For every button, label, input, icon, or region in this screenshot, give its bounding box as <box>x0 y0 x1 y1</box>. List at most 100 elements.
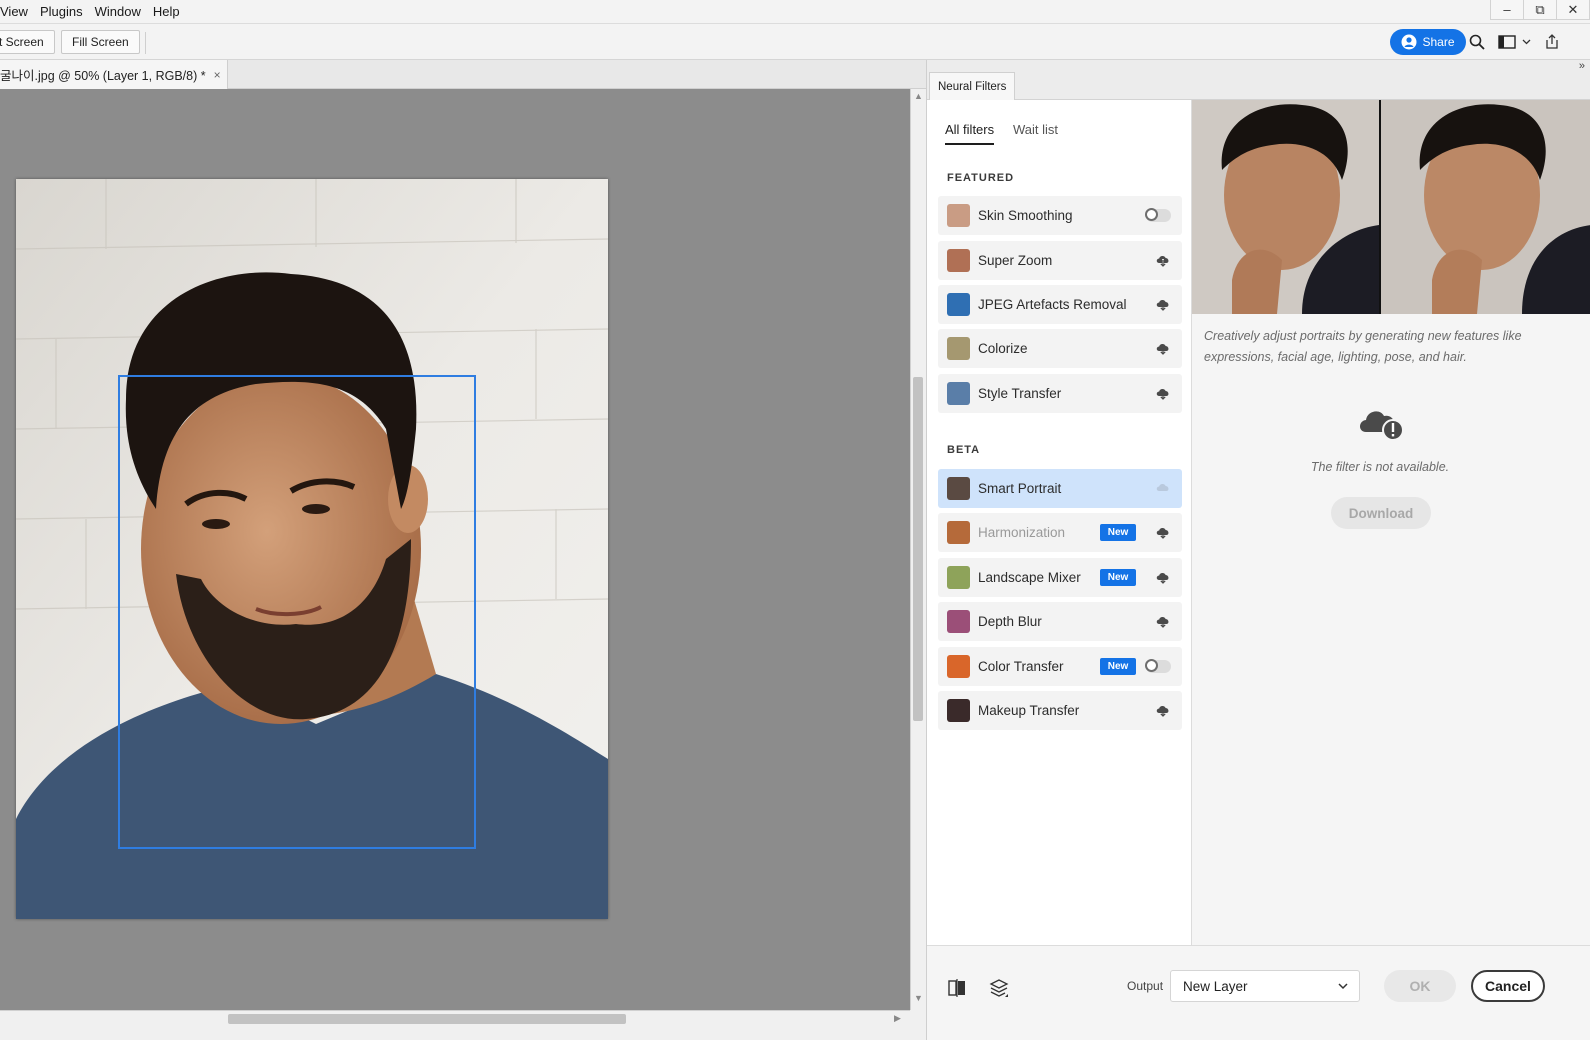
filter-smart-portrait[interactable]: Smart Portrait <box>938 469 1182 508</box>
canvas-area[interactable] <box>0 89 910 1010</box>
cloud-download-icon[interactable] <box>1155 703 1171 717</box>
filter-label: Skin Smoothing <box>978 208 1073 223</box>
layers-icon[interactable] <box>989 978 1009 998</box>
cancel-button[interactable]: Cancel <box>1471 970 1545 1002</box>
menu-window[interactable]: Window <box>89 4 147 19</box>
window-controls: – ⧉ ✕ <box>1490 0 1590 22</box>
search-icon[interactable] <box>1467 32 1487 52</box>
panel-footer: Output New Layer OK Cancel <box>927 945 1590 1040</box>
filter-label: Color Transfer <box>978 659 1064 674</box>
filter-super-zoom[interactable]: Super Zoom <box>938 241 1182 280</box>
horizontal-scrollbar[interactable]: ▶ <box>0 1010 910 1026</box>
filter-thumbnail <box>947 566 970 589</box>
scroll-right-icon[interactable]: ▶ <box>894 1013 901 1024</box>
filter-label: Colorize <box>978 341 1028 356</box>
filter-detail-pane: Creatively adjust portraits by generatin… <box>1192 100 1590 945</box>
fit-screen-button[interactable]: t Screen <box>0 30 55 54</box>
filter-color-transfer[interactable]: Color Transfer New <box>938 647 1182 686</box>
document-title: 굴나이.jpg @ 50% (Layer 1, RGB/8) * <box>0 69 206 83</box>
ok-button[interactable]: OK <box>1384 970 1456 1002</box>
filter-thumbnail <box>947 521 970 544</box>
document-tab[interactable]: 굴나이.jpg @ 50% (Layer 1, RGB/8) * × <box>0 60 228 89</box>
cloud-download-icon[interactable] <box>1155 570 1171 584</box>
filter-thumbnail <box>947 699 970 722</box>
menu-bar: View Plugins Window Help – ⧉ ✕ <box>0 0 1590 24</box>
minimize-button[interactable]: – <box>1490 0 1524 20</box>
horizontal-scroll-thumb[interactable] <box>228 1014 626 1024</box>
workspace-icon[interactable] <box>1497 32 1517 52</box>
close-window-button[interactable]: ✕ <box>1556 0 1590 20</box>
filter-colorize[interactable]: Colorize <box>938 329 1182 368</box>
filter-landscape-mixer[interactable]: Landscape Mixer New <box>938 558 1182 597</box>
panel-tab-neural-filters[interactable]: Neural Filters <box>929 72 1016 100</box>
cloud-icon <box>1156 483 1169 491</box>
filter-label: Super Zoom <box>978 253 1053 268</box>
collapse-panel-icon[interactable]: » <box>1579 60 1585 72</box>
filter-thumbnail <box>947 382 970 405</box>
filter-style-transfer[interactable]: Style Transfer <box>938 374 1182 413</box>
cloud-download-icon[interactable] <box>1155 297 1171 311</box>
neural-filters-panel: Neural Filters » All filters Wait list F… <box>926 60 1590 1040</box>
filter-label: Depth Blur <box>978 614 1042 629</box>
new-badge: New <box>1100 569 1136 586</box>
menu-plugins[interactable]: Plugins <box>34 4 89 19</box>
filter-label: Style Transfer <box>978 386 1062 401</box>
panel-header: Neural Filters » <box>927 60 1590 100</box>
filter-thumbnail <box>947 477 970 500</box>
cloud-download-icon[interactable] <box>1155 253 1171 267</box>
vertical-scrollbar[interactable]: ▲ ▼ <box>910 89 926 1010</box>
filter-skin-smoothing[interactable]: Skin Smoothing <box>938 196 1182 235</box>
output-label: Output <box>1127 979 1164 993</box>
cloud-download-icon[interactable] <box>1155 386 1171 400</box>
share-button[interactable]: Share <box>1390 29 1466 55</box>
filter-thumbnail <box>947 337 970 360</box>
filter-jpeg-artefacts-removal[interactable]: JPEG Artefacts Removal <box>938 285 1182 324</box>
filter-depth-blur[interactable]: Depth Blur <box>938 602 1182 641</box>
restore-button[interactable]: ⧉ <box>1523 0 1557 20</box>
output-value: New Layer <box>1183 978 1248 994</box>
cloud-download-icon[interactable] <box>1155 525 1171 539</box>
new-badge: New <box>1100 524 1136 541</box>
share-label: Share <box>1422 35 1455 49</box>
document-image[interactable] <box>16 179 608 919</box>
filter-thumbnail <box>947 293 970 316</box>
tab-all-filters[interactable]: All filters <box>945 122 995 145</box>
filter-label: JPEG Artefacts Removal <box>978 297 1127 312</box>
download-button[interactable]: Download <box>1331 497 1431 529</box>
menu-help[interactable]: Help <box>147 4 186 19</box>
tab-wait-list[interactable]: Wait list <box>1013 122 1058 143</box>
filter-label: Landscape Mixer <box>978 570 1081 585</box>
filter-thumbnail <box>947 204 970 227</box>
cloud-alert-icon <box>1360 411 1404 441</box>
filter-toggle[interactable] <box>1145 208 1171 222</box>
filter-description: Creatively adjust portraits by generatin… <box>1204 329 1522 364</box>
chevron-down-icon[interactable] <box>1519 32 1533 52</box>
filter-toggle[interactable] <box>1145 659 1171 673</box>
filter-makeup-transfer[interactable]: Makeup Transfer <box>938 691 1182 730</box>
menu-view[interactable]: View <box>0 4 34 19</box>
filter-harmonization[interactable]: Harmonization New <box>938 513 1182 552</box>
output-select[interactable]: New Layer <box>1170 970 1360 1002</box>
filter-preview-image <box>1192 100 1590 314</box>
user-icon <box>1401 34 1417 50</box>
close-tab-icon[interactable]: × <box>214 68 221 82</box>
filter-thumbnail <box>947 655 970 678</box>
filter-label: Smart Portrait <box>978 481 1062 496</box>
cloud-download-icon[interactable] <box>1155 614 1171 628</box>
scroll-down-icon[interactable]: ▼ <box>914 993 923 1003</box>
not-available-message: The filter is not available. <box>1310 460 1450 474</box>
document-tab-bar: 굴나이.jpg @ 50% (Layer 1, RGB/8) * × <box>0 60 928 89</box>
chevron-down-icon <box>1338 983 1348 990</box>
beta-section-label: BETA <box>947 444 981 456</box>
share-export-icon[interactable] <box>1542 32 1562 52</box>
divider <box>145 32 146 54</box>
new-badge: New <box>1100 658 1136 675</box>
scroll-up-icon[interactable]: ▲ <box>914 91 923 101</box>
options-bar: t Screen Fill Screen Share <box>0 24 1590 60</box>
vertical-scroll-thumb[interactable] <box>913 377 923 721</box>
cloud-download-icon[interactable] <box>1155 341 1171 355</box>
compare-icon[interactable] <box>947 978 967 998</box>
filter-thumbnail <box>947 610 970 633</box>
fill-screen-button[interactable]: Fill Screen <box>61 30 140 54</box>
status-bar <box>0 1026 928 1040</box>
